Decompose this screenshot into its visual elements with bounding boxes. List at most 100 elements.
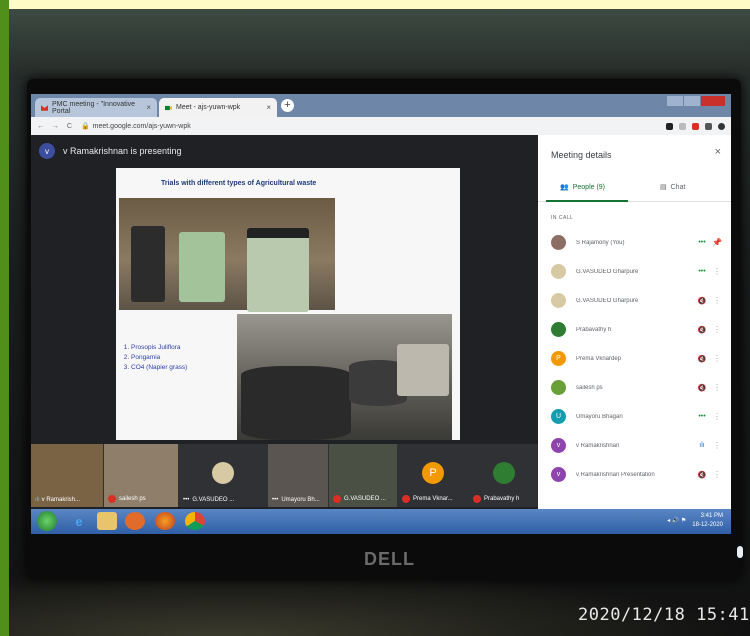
firefox-icon[interactable] [155,512,175,530]
participant-tile[interactable]: ılı v Ramakrish... [31,444,103,507]
participant-name: G.VASUDEO ... [192,497,235,503]
desk [9,569,750,636]
window-close-button[interactable] [701,96,725,106]
avatar [551,264,566,279]
more-options-icon[interactable]: ⋮ [709,325,725,334]
participant-name: v Ramakrishnan [576,442,620,449]
tab-close-icon[interactable]: × [266,103,271,112]
panel-title: Meeting details [551,150,612,160]
list-item[interactable]: G.VASUDEO Gharpure 🔇 ⋮ [538,286,731,315]
clock-time: 3:41 PM [700,513,723,519]
more-options-icon[interactable]: ⋮ [709,383,725,392]
internet-explorer-icon[interactable]: e [69,512,89,530]
avatar: P [422,462,444,484]
new-tab-button[interactable]: + [281,99,294,112]
tab-chat[interactable]: ▤ Chat [660,183,686,192]
tab-label: Chat [670,183,686,191]
avatar [551,322,566,337]
minimize-button[interactable] [667,96,683,106]
nav-arrows-icon[interactable]: ← → C [37,123,75,130]
chat-icon: ▤ [660,184,667,191]
presenter-avatar: v [39,143,55,159]
media-player-icon[interactable] [125,512,145,530]
tab-label: PMC meeting - "Innovative Portal [52,100,136,115]
more-options-icon[interactable]: ⋮ [709,412,725,421]
avatar: U [551,409,566,424]
mic-off-icon: 🔇 [697,384,707,392]
participant-tile[interactable]: Prabavathy h [469,444,538,507]
participant-list: S Rajamony (You) ••• 📌 G.VASUDEO Gharpure •… [538,228,731,489]
more-icon: ••• [183,497,190,503]
list-item[interactable]: Prabavathy h 🔇 ⋮ [538,315,731,344]
participant-name: Umayoru Bhagan [576,413,623,420]
puzzle-icon[interactable] [705,122,712,130]
more-options-icon[interactable]: ⋮ [709,441,725,450]
mic-off-icon: 🔇 [697,471,707,479]
meeting-details-panel: Meeting details × 👥 People (9) ▤ Chat IN C… [538,135,731,509]
chrome-icon[interactable] [185,512,205,530]
participant-tile[interactable]: G.VASUDEO ... [329,444,397,507]
list-item[interactable]: v v Ramakrishnan Presentation 🔇 ⋮ [538,460,731,489]
mic-off-icon [473,495,481,503]
star-icon[interactable] [679,122,686,130]
participant-strip: ılı v Ramakrish... sailesh ps ••• G.VASUDE… [31,444,538,507]
participant-name: G.VASUDEO Gharpure [576,268,639,275]
avatar [212,462,234,484]
background-wall [9,9,750,79]
list-item[interactable]: U Umayoru Bhagan ••• ⋮ [538,402,731,431]
avatar [492,462,515,484]
monitor-brand-logo: DELL [364,549,415,569]
more-options-icon[interactable]: ⋮ [709,470,725,479]
avatar [551,380,566,395]
participant-tile[interactable]: ••• G.VASUDEO ... [179,444,267,507]
tab-meet[interactable]: Meet - ajs-yuwn-wpk × [159,98,277,117]
clock[interactable]: 3:41 PM 18-12-2020 [692,512,723,530]
tab-people[interactable]: 👥 People (9) [560,183,605,192]
list-item[interactable]: G.VASUDEO Gharpure ••• ⋮ [538,257,731,286]
mic-off-icon: 🔇 [697,326,707,334]
close-icon[interactable]: × [715,146,721,158]
power-led [737,546,743,558]
list-item[interactable]: P Prema Vknardep 🔇 ⋮ [538,344,731,373]
more-options-icon[interactable]: ⋮ [709,267,725,276]
list-item: CO4 (Napier grass) [131,363,187,373]
profile-avatar[interactable] [718,122,725,130]
meet-icon [165,105,172,110]
mic-status-icon: ••• [698,268,706,275]
mic-off-icon [333,495,341,503]
participant-tile[interactable]: sailesh ps [104,444,178,507]
start-button[interactable] [37,511,57,531]
browser-tab-bar: PMC meeting - "Innovative Portal × Meet … [31,94,731,117]
slide-photo-digesters [237,314,452,440]
speaking-icon: ılı [35,497,40,503]
pin-icon[interactable]: 📌 [709,238,725,247]
list-item[interactable]: v v Ramakrishnan ılı ⋮ [538,431,731,460]
tab-gmail[interactable]: PMC meeting - "Innovative Portal × [35,98,157,117]
list-item[interactable]: S Rajamony (You) ••• 📌 [538,228,731,257]
more-options-icon[interactable]: ⋮ [709,354,725,363]
folder-icon[interactable] [97,512,117,530]
extension-icons [666,122,725,130]
more-options-icon[interactable]: ⋮ [709,296,725,305]
maximize-button[interactable] [684,96,700,106]
extension-icon[interactable] [692,122,699,130]
participant-name: sailesh ps [119,496,146,502]
mic-status-icon: ••• [698,413,706,420]
monitor-screen: PMC meeting - "Innovative Portal × Meet … [31,94,731,534]
avatar [551,293,566,308]
mic-status-icon: ••• [698,239,706,246]
url-field[interactable]: meet.google.com/ajs-yuwn-wpk [93,123,191,130]
list-item[interactable]: sailesh ps 🔇 ⋮ [538,373,731,402]
tab-close-icon[interactable]: × [146,103,151,112]
more-icon: ••• [272,497,279,503]
participant-name: Umayoru Bh... [281,497,320,503]
photo-timestamp: 2020/12/18 15:41 [578,605,750,625]
tab-label: Meet - ajs-yuwn-wpk [176,104,241,111]
participant-tile[interactable]: ••• Umayoru Bh... [268,444,328,507]
tray-icons[interactable]: ◂ 🔊 ⚑ [667,517,686,526]
participant-tile[interactable]: P Prema Vknar... [398,444,468,507]
participant-name: G.VASUDEO ... [344,496,386,502]
gmail-icon [41,104,48,111]
camera-icon[interactable] [666,122,673,130]
windows-taskbar: e ◂ 🔊 ⚑ 3:41 PM 18-12-2020 [31,509,731,534]
